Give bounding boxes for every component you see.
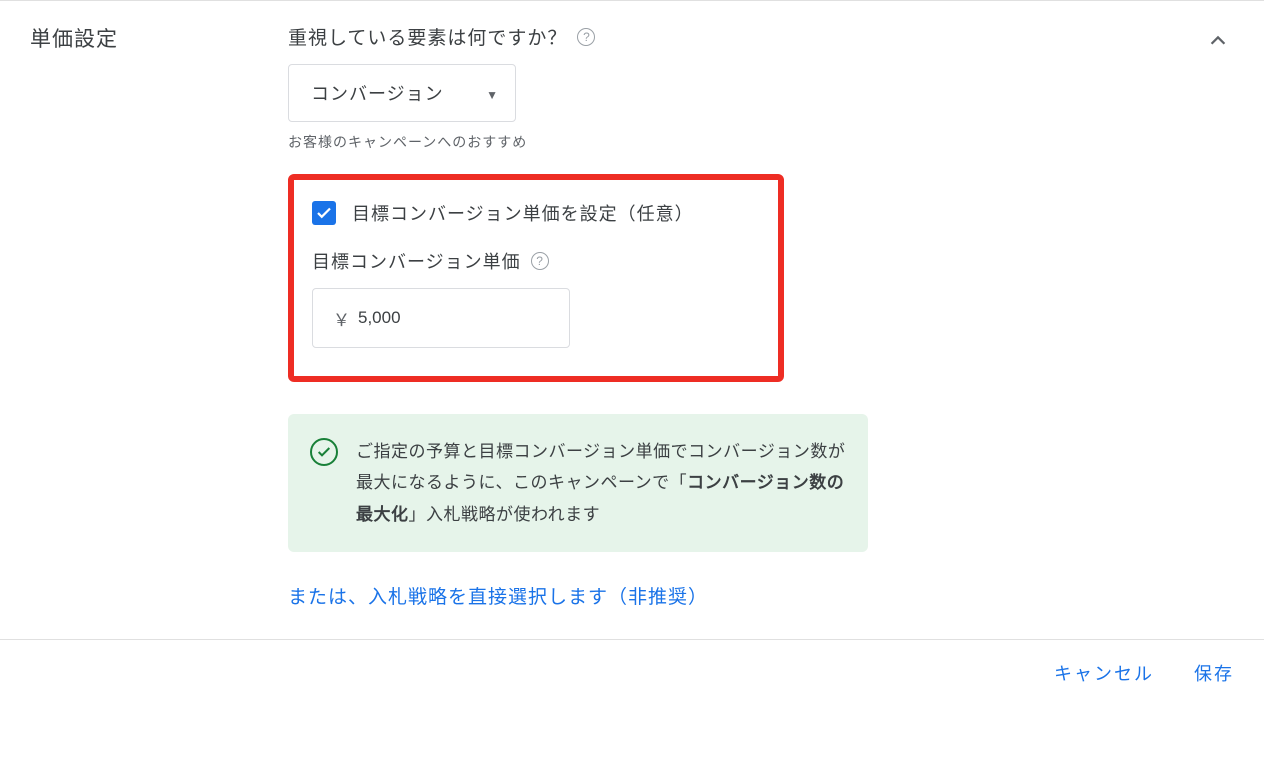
focus-dropdown[interactable]: コンバージョン ▼ [288,64,516,122]
target-cpa-value: 5,000 [358,308,401,328]
help-icon[interactable]: ? [531,252,549,270]
checkmark-circle-icon [310,438,338,466]
save-button[interactable]: 保存 [1194,660,1234,686]
focus-dropdown-value: コンバージョン [311,80,444,106]
bidding-section: 単価設定 重視している要素は何ですか？ ? コンバージョン ▼ お客様のキャンペ… [0,0,1264,640]
target-cpa-label-row: 目標コンバージョン単価 ? [312,248,760,274]
target-cpa-block: 目標コンバージョン単価を設定（任意） 目標コンバージョン単価 ? ￥ 5,000 [288,174,784,382]
direct-strategy-link[interactable]: または、入札戦略を直接選択します（非推奨） [288,582,1234,609]
target-cpa-checkbox[interactable] [312,201,336,225]
section-title-col: 単価設定 [30,23,288,609]
focus-question-row: 重視している要素は何ですか？ ? [288,23,1234,50]
chevron-down-icon: ▼ [486,88,499,102]
target-cpa-checkbox-row: 目標コンバージョン単価を設定（任意） [312,200,760,226]
section-title: 単価設定 [30,23,288,53]
checkmark-icon [315,204,333,222]
target-cpa-field-label: 目標コンバージョン単価 [312,248,521,274]
target-cpa-input[interactable]: ￥ 5,000 [312,288,570,348]
chevron-up-icon [1207,30,1229,52]
focus-question: 重視している要素は何ですか？ [288,23,567,50]
footer-actions: キャンセル 保存 [0,640,1264,686]
strategy-info-box: ご指定の予算と目標コンバージョン単価でコンバージョン数が最大になるように、このキ… [288,414,868,552]
recommendation-note: お客様のキャンペーンへのおすすめ [288,132,1234,152]
strategy-info-text: ご指定の予算と目標コンバージョン単価でコンバージョン数が最大になるように、このキ… [356,436,846,530]
target-cpa-checkbox-label: 目標コンバージョン単価を設定（任意） [352,200,694,226]
collapse-button[interactable] [1200,23,1236,59]
info-text-post: 」入札戦略が使われます [409,505,601,524]
section-body: 重視している要素は何ですか？ ? コンバージョン ▼ お客様のキャンペーンへのお… [288,23,1234,609]
cancel-button[interactable]: キャンセル [1054,660,1154,686]
currency-symbol: ￥ [333,306,350,331]
help-icon[interactable]: ? [577,28,595,46]
